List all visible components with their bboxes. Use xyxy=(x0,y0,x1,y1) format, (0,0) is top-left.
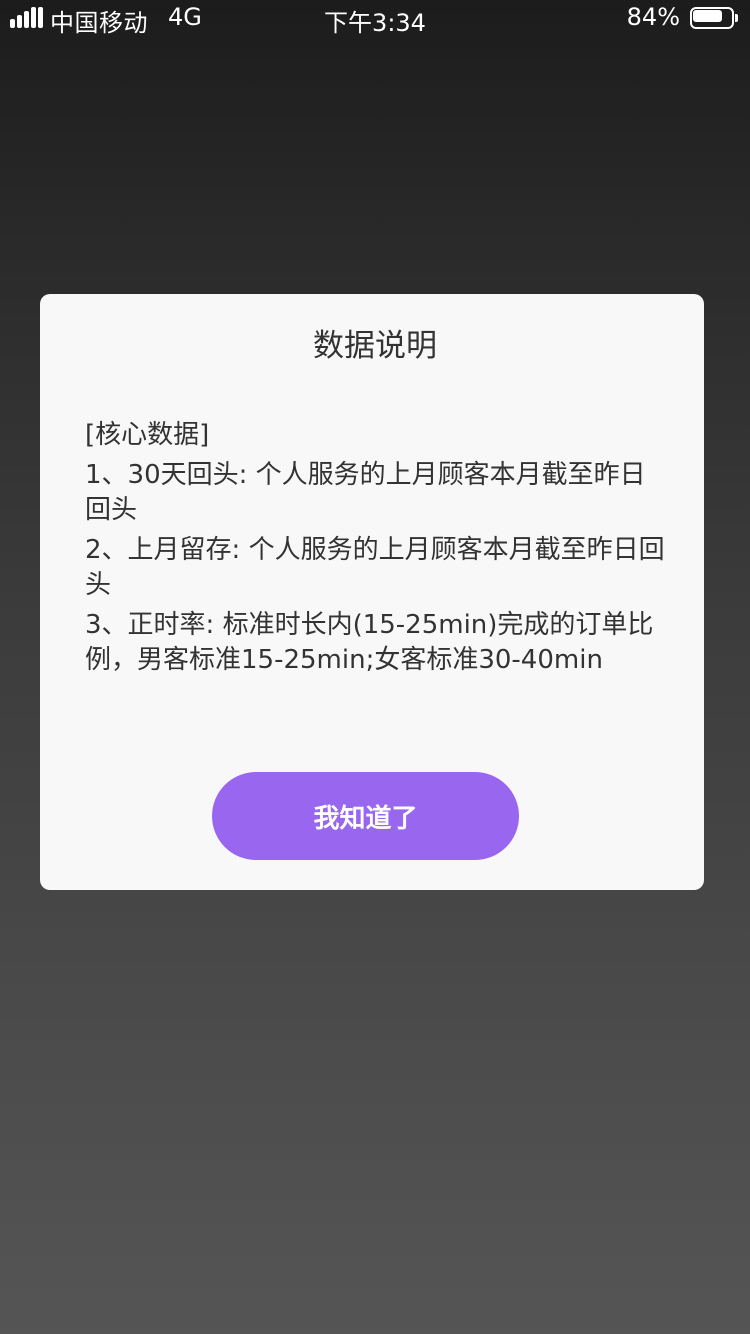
section-heading: [核心数据] xyxy=(85,420,210,450)
dialog-content: [核心数据] 1、30天回头: 个人服务的上月顾客本月截至昨日回头 2、上月留存… xyxy=(85,418,665,683)
battery-level-fill xyxy=(693,10,722,22)
battery-icon xyxy=(690,7,738,29)
dialog-title: 数据说明 xyxy=(313,328,437,364)
battery-percent: 84% xyxy=(626,3,680,31)
explanation-item: 2、上月留存: 个人服务的上月顾客本月截至昨日回头 xyxy=(85,535,665,600)
confirm-button[interactable]: 我知道了 xyxy=(212,772,519,860)
explanation-item: 1、30天回头: 个人服务的上月顾客本月截至昨日回头 xyxy=(85,460,646,525)
status-bar: 中国移动 4G 下午3:34 84% xyxy=(0,0,750,37)
explanation-item: 3、正时率: 标准时长内(15-25min)完成的订单比例，男客标准15-25m… xyxy=(85,610,654,675)
